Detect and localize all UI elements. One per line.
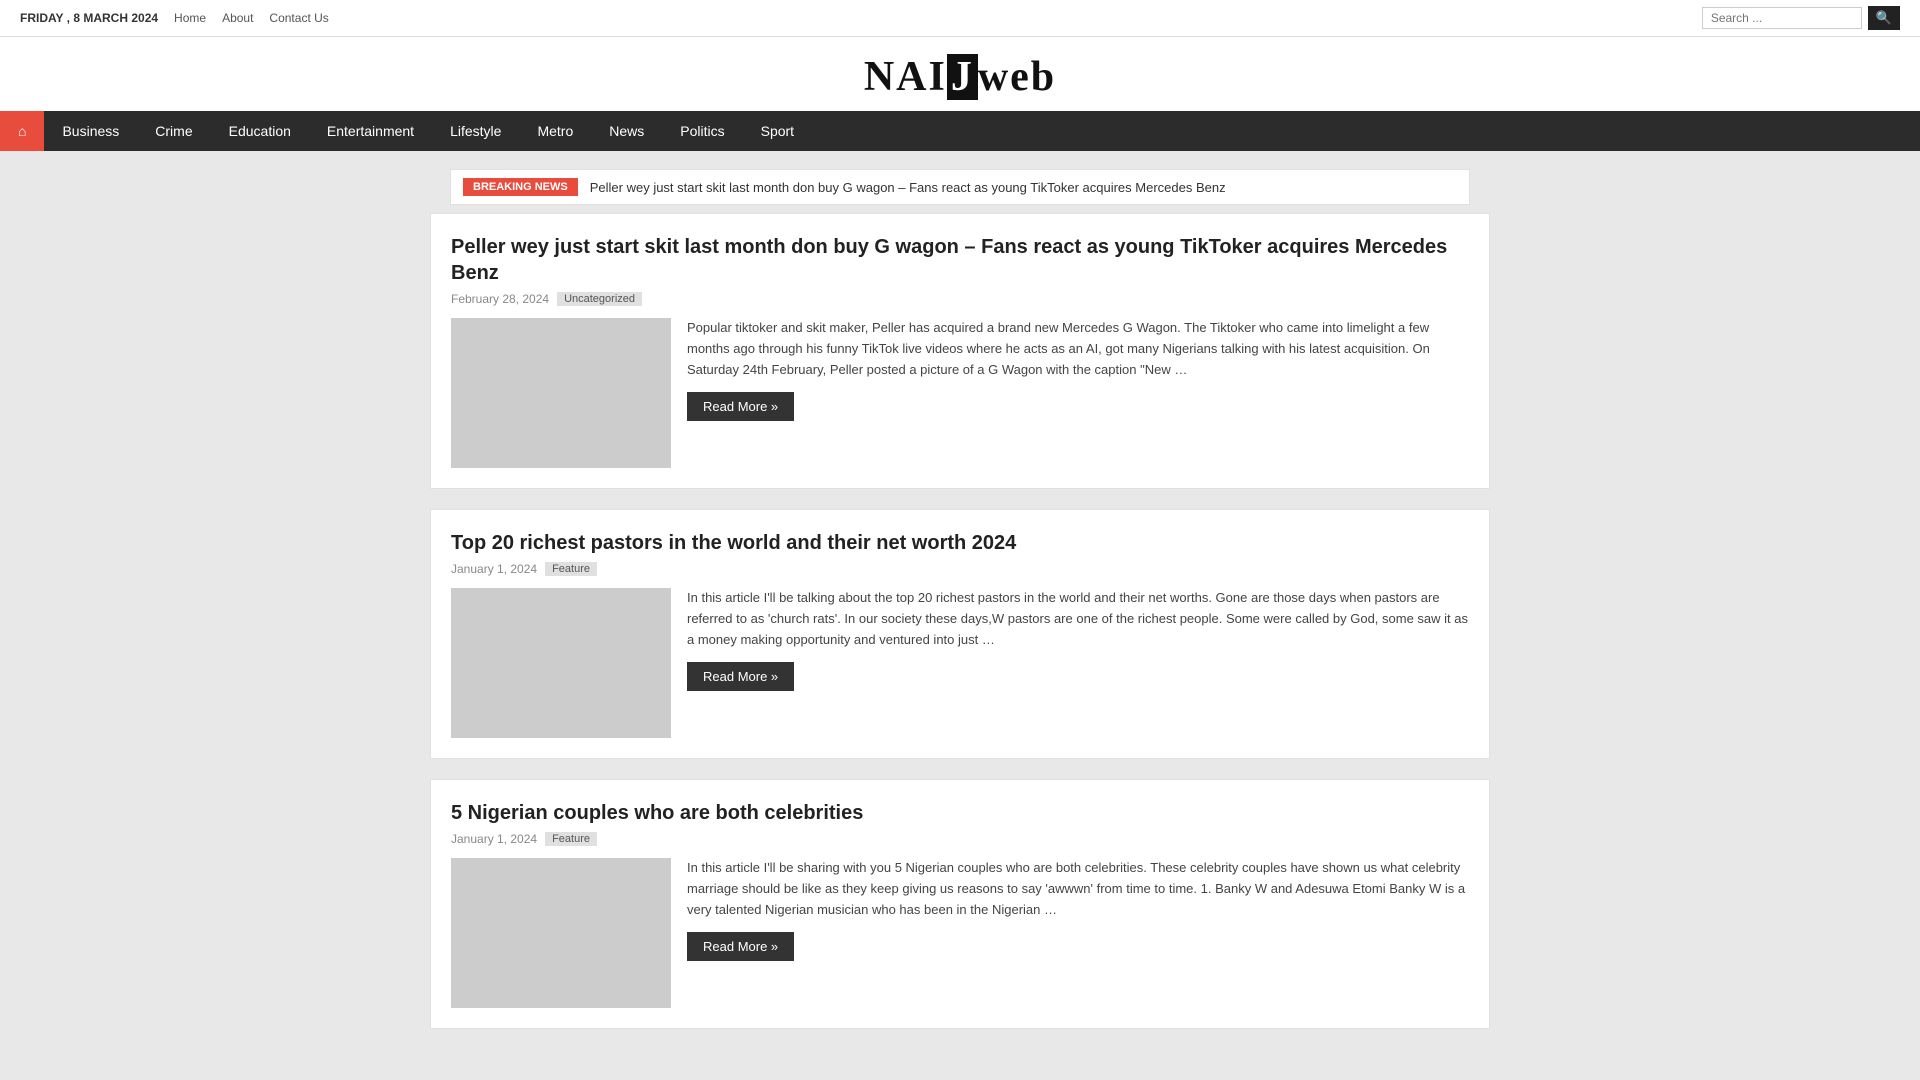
logo-part2: J [947,54,978,100]
nav-politics[interactable]: Politics [662,111,742,151]
nav-crime[interactable]: Crime [137,111,210,151]
article-excerpt: In this article I'll be sharing with you… [687,858,1469,920]
breaking-news-bar: BREAKING NEWS Peller wey just start skit… [450,169,1470,205]
top-bar-right: 🔍 [1702,6,1900,30]
nav-home-icon[interactable]: ⌂ [0,111,44,151]
article-meta: January 1, 2024 Feature [451,562,1469,576]
about-link[interactable]: About [222,11,253,25]
nav-entertainment[interactable]: Entertainment [309,111,432,151]
top-bar: FRIDAY , 8 MARCH 2024 Home About Contact… [0,0,1920,37]
contact-link[interactable]: Contact Us [269,11,328,25]
read-more-button[interactable]: Read More » [687,392,794,421]
article-card: 5 Nigerian couples who are both celebrit… [430,779,1490,1029]
article-body: Popular tiktoker and skit maker, Peller … [451,318,1469,468]
article-category: Feature [545,832,597,846]
article-excerpt: In this article I'll be talking about th… [687,588,1469,650]
nav-bar: ⌂ Business Crime Education Entertainment… [0,111,1920,151]
read-more-button[interactable]: Read More » [687,662,794,691]
content-wrapper: BREAKING NEWS Peller wey just start skit… [410,151,1510,1069]
logo-part1: NAI [864,54,947,100]
article-meta: February 28, 2024 Uncategorized [451,292,1469,306]
article-text: Popular tiktoker and skit maker, Peller … [687,318,1469,468]
logo-area: NAIJweb [0,37,1920,111]
search-button[interactable]: 🔍 [1868,6,1900,30]
article-image [451,858,671,1008]
article-date: January 1, 2024 [451,832,537,846]
nav-metro[interactable]: Metro [519,111,591,151]
article-category: Feature [545,562,597,576]
nav-lifestyle[interactable]: Lifestyle [432,111,519,151]
search-input[interactable] [1702,7,1862,29]
article-body: In this article I'll be talking about th… [451,588,1469,738]
date-display: FRIDAY , 8 MARCH 2024 [20,11,158,25]
read-more-button[interactable]: Read More » [687,932,794,961]
logo-part3: web [978,54,1056,100]
top-bar-left: FRIDAY , 8 MARCH 2024 Home About Contact… [20,11,329,25]
article-title-link[interactable]: 5 Nigerian couples who are both celebrit… [451,802,863,824]
nav-news[interactable]: News [591,111,662,151]
article-body: In this article I'll be sharing with you… [451,858,1469,1008]
breaking-text: Peller wey just start skit last month do… [590,180,1226,195]
breaking-label: BREAKING NEWS [463,178,578,196]
nav-education[interactable]: Education [211,111,309,151]
site-logo[interactable]: NAIJweb [0,53,1920,101]
article-date: February 28, 2024 [451,292,549,306]
article-title-link[interactable]: Peller wey just start skit last month do… [451,236,1447,284]
article-title: Top 20 richest pastors in the world and … [451,530,1469,556]
article-image [451,318,671,468]
article-meta: January 1, 2024 Feature [451,832,1469,846]
home-link[interactable]: Home [174,11,206,25]
article-category: Uncategorized [557,292,642,306]
nav-business[interactable]: Business [44,111,137,151]
article-card: Top 20 richest pastors in the world and … [430,509,1490,759]
article-text: In this article I'll be talking about th… [687,588,1469,738]
article-card: Peller wey just start skit last month do… [430,213,1490,489]
article-title-link[interactable]: Top 20 richest pastors in the world and … [451,532,1016,554]
article-date: January 1, 2024 [451,562,537,576]
article-image [451,588,671,738]
nav-sport[interactable]: Sport [743,111,812,151]
article-text: In this article I'll be sharing with you… [687,858,1469,1008]
article-title: Peller wey just start skit last month do… [451,234,1469,286]
article-title: 5 Nigerian couples who are both celebrit… [451,800,1469,826]
article-excerpt: Popular tiktoker and skit maker, Peller … [687,318,1469,380]
